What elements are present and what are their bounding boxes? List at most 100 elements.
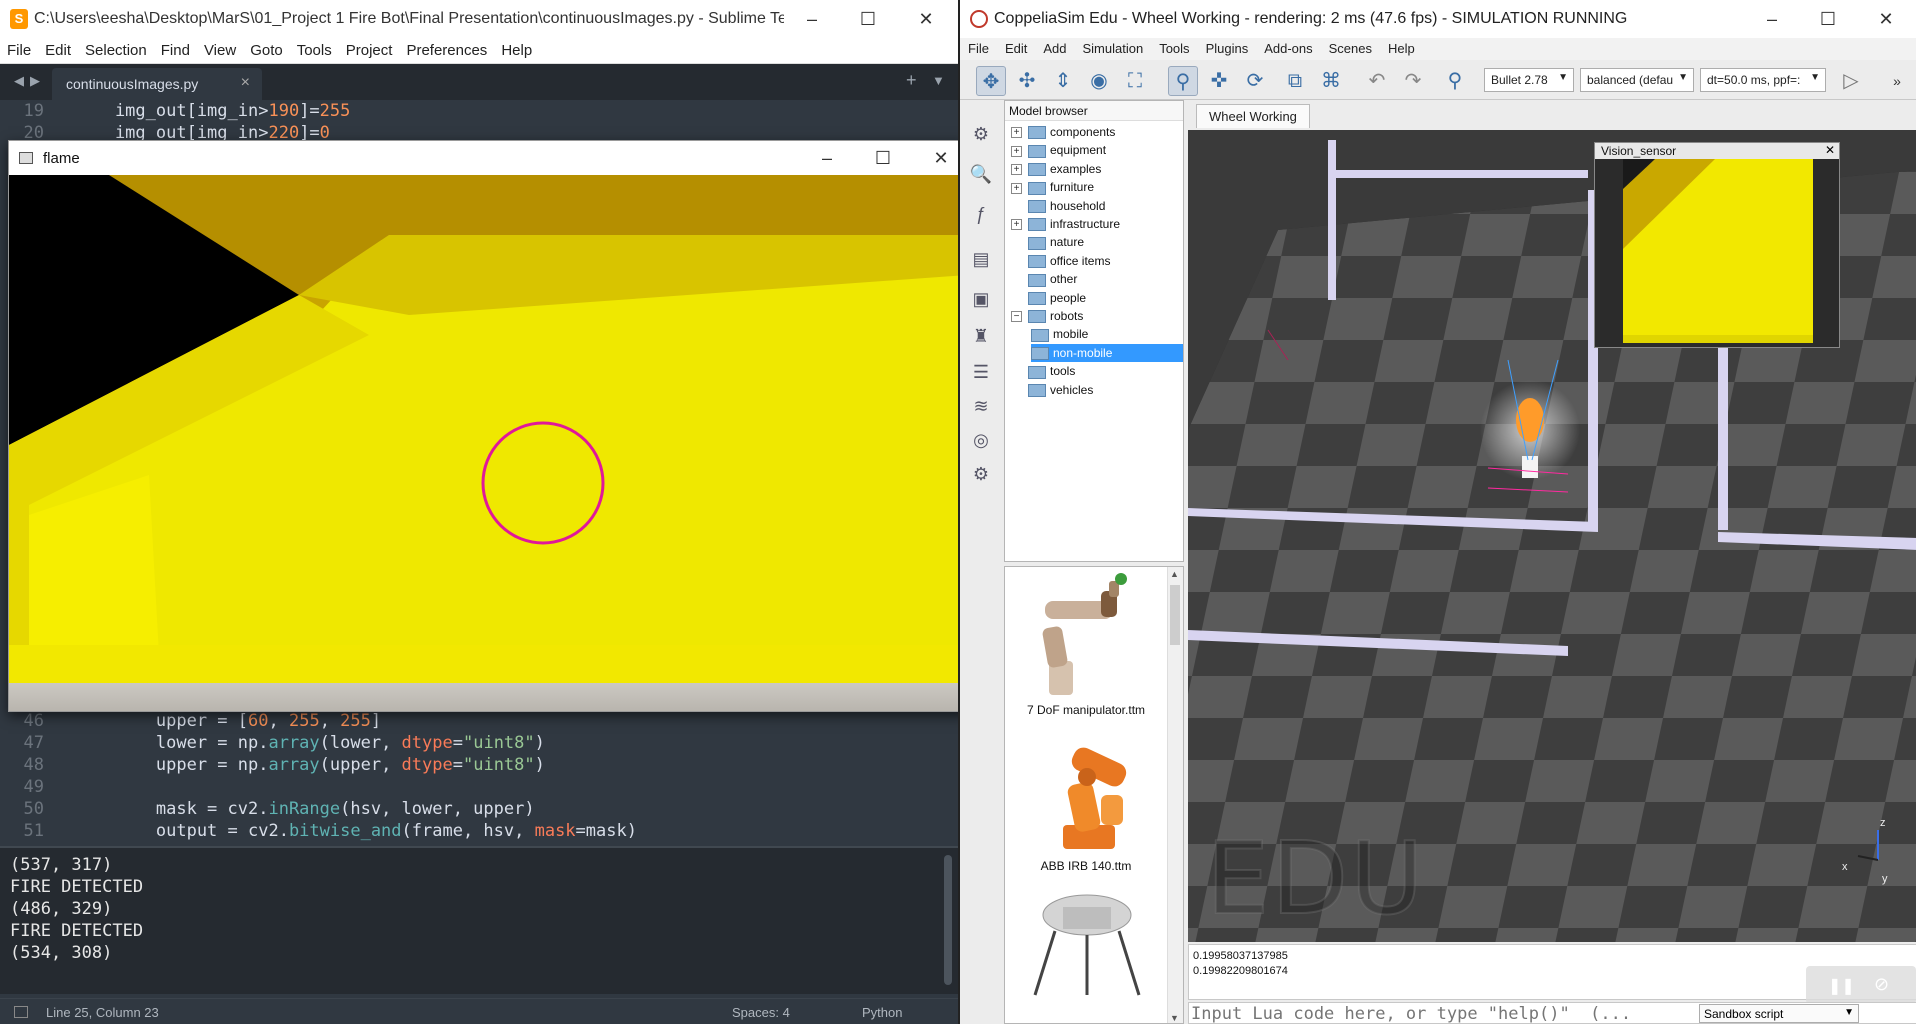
accuracy-select[interactable]: balanced (defau ▼: [1580, 68, 1694, 92]
expand-icon[interactable]: +: [1011, 127, 1022, 139]
search-icon[interactable]: 🔍: [967, 160, 995, 188]
close-icon[interactable]: ✕: [1864, 4, 1908, 34]
maximize-icon[interactable]: ☐: [861, 143, 905, 173]
sublime-title-bar[interactable]: S C:\Users\eesha\Desktop\MarS\01_Project…: [0, 0, 958, 38]
tree-item-robots[interactable]: − robots: [1011, 307, 1183, 325]
menu-plugins[interactable]: Plugins: [1198, 38, 1257, 56]
tree-item-tools[interactable]: tools: [1011, 362, 1183, 380]
tab-back-icon[interactable]: ◀: [14, 73, 24, 89]
menu-find[interactable]: Find: [154, 38, 197, 59]
new-tab-icon[interactable]: +: [906, 70, 917, 91]
close-icon[interactable]: ✕: [1825, 143, 1835, 157]
tree-item-examples[interactable]: + examples: [1011, 160, 1183, 178]
camera-pan-icon[interactable]: ✥: [976, 66, 1006, 96]
object-shift-icon[interactable]: ✜: [1204, 66, 1234, 96]
thumbnails-scrollbar[interactable]: ▲ ▼: [1167, 567, 1183, 1023]
menu-help[interactable]: Help: [1380, 38, 1423, 56]
layers-icon[interactable]: ≋: [967, 392, 995, 420]
menu-help[interactable]: Help: [494, 38, 539, 59]
menu-edit[interactable]: Edit: [38, 38, 78, 59]
settings-icon[interactable]: ⚙: [967, 120, 995, 148]
physics-engine-select[interactable]: Bullet 2.78 ▼: [1484, 68, 1574, 92]
tree-item-furniture[interactable]: + furniture: [1011, 178, 1183, 196]
tree-item-mobile[interactable]: mobile: [1031, 325, 1183, 343]
minimize-icon[interactable]: –: [805, 143, 849, 173]
tree-item-components[interactable]: + components: [1011, 123, 1183, 141]
function-icon[interactable]: ƒ: [967, 200, 995, 228]
close-icon[interactable]: ✕: [904, 4, 948, 34]
maximize-icon[interactable]: ☐: [846, 4, 890, 34]
assembly-icon[interactable]: ⧉: [1280, 66, 1310, 96]
more-icon[interactable]: »: [1882, 66, 1912, 96]
expand-icon[interactable]: +: [1011, 182, 1022, 194]
thumbnail-abb-irb140[interactable]: ABB IRB 140.ttm: [1005, 735, 1167, 873]
syntax-setting[interactable]: Python: [862, 1005, 902, 1020]
menu-simulation[interactable]: Simulation: [1075, 38, 1152, 56]
tree-item-nature[interactable]: nature: [1011, 233, 1183, 251]
scene-viewport[interactable]: x z y EDU Vision_sensor ✕: [1188, 130, 1916, 942]
minimize-icon[interactable]: –: [1750, 4, 1794, 34]
menu-edit[interactable]: Edit: [997, 38, 1035, 56]
model-browser-icon[interactable]: ♜: [967, 322, 995, 350]
minimize-icon[interactable]: –: [790, 4, 834, 34]
thumbnail-delta-robot[interactable]: [1005, 885, 1167, 1008]
thumbnail-7dof[interactable]: 7 DoF manipulator.ttm: [1005, 571, 1167, 717]
flame-title-bar[interactable]: flame – ☐ ✕: [9, 141, 967, 175]
menu-addons[interactable]: Add-ons: [1256, 38, 1320, 56]
dynamics-icon[interactable]: ⚲: [1440, 66, 1470, 96]
vision-sensor-window[interactable]: Vision_sensor ✕: [1594, 142, 1840, 348]
camera-angle-icon[interactable]: ◉: [1084, 66, 1114, 96]
script-mode-select[interactable]: Sandbox script ▼: [1699, 1004, 1859, 1023]
tab-close-icon[interactable]: ×: [241, 74, 250, 92]
menu-file[interactable]: File: [960, 38, 997, 56]
stop-icon[interactable]: ⊘: [1874, 974, 1889, 995]
tree-item-non-mobile[interactable]: non-mobile: [1031, 343, 1183, 362]
object-rotate-icon[interactable]: ⟳: [1240, 66, 1270, 96]
transfer-dna-icon[interactable]: ⌘: [1316, 66, 1346, 96]
scroll-thumb[interactable]: [1170, 585, 1180, 645]
tab-list-icon[interactable]: ▼: [932, 73, 945, 88]
camera-shift-icon[interactable]: ⇕: [1048, 66, 1078, 96]
panel-toggle-icon[interactable]: [14, 1006, 28, 1018]
expand-icon[interactable]: −: [1011, 311, 1022, 323]
expand-icon[interactable]: +: [1011, 145, 1022, 157]
coppelia-title-bar[interactable]: CoppeliaSim Edu - Wheel Working - render…: [960, 0, 1916, 38]
tree-item-other[interactable]: other: [1011, 270, 1183, 288]
menu-tools[interactable]: Tools: [1151, 38, 1197, 56]
code-editor-top[interactable]: 19 img_out[img_in>190]=255 20 img_out[im…: [0, 100, 958, 140]
maximize-icon[interactable]: ☐: [1806, 4, 1850, 34]
scene-hierarchy-icon[interactable]: ☰: [967, 358, 995, 386]
console-scrollbar[interactable]: [944, 855, 952, 985]
menu-goto[interactable]: Goto: [243, 38, 290, 59]
tab-continuousimages[interactable]: continuousImages.py ×: [52, 68, 262, 100]
camera-rotate-icon[interactable]: ✣: [1012, 66, 1042, 96]
scene-tab[interactable]: Wheel Working: [1196, 104, 1310, 128]
indentation-setting[interactable]: Spaces: 4: [732, 1005, 790, 1020]
video-icon[interactable]: ◎: [967, 426, 995, 454]
code-editor-bottom[interactable]: 46 upper = [60, 255, 255] 47 lower = np.…: [0, 710, 958, 842]
menu-project[interactable]: Project: [339, 38, 400, 59]
cube-icon[interactable]: ▣: [967, 285, 995, 313]
menu-selection[interactable]: Selection: [78, 38, 154, 59]
expand-icon[interactable]: +: [1011, 219, 1022, 231]
tree-item-infrastructure[interactable]: + infrastructure: [1011, 215, 1183, 233]
tree-item-vehicles[interactable]: vehicles: [1011, 381, 1183, 399]
close-icon[interactable]: ✕: [919, 143, 963, 173]
timestep-select[interactable]: dt=50.0 ms, ppf=: ▼: [1700, 68, 1826, 92]
tab-forward-icon[interactable]: ▶: [30, 73, 40, 89]
menu-scenes[interactable]: Scenes: [1321, 38, 1380, 56]
build-output-panel[interactable]: (537, 317) FIRE DETECTED (486, 329) FIRE…: [0, 846, 958, 994]
tree-item-equipment[interactable]: + equipment: [1011, 141, 1183, 159]
user-settings-icon[interactable]: ⚙: [967, 460, 995, 488]
scroll-up-icon[interactable]: ▲: [1170, 569, 1179, 579]
fit-to-view-icon[interactable]: ⛶: [1120, 66, 1150, 96]
menu-preferences[interactable]: Preferences: [399, 38, 494, 59]
scroll-down-icon[interactable]: ▼: [1170, 1013, 1179, 1023]
tree-item-household[interactable]: household: [1011, 197, 1183, 215]
menu-add[interactable]: Add: [1035, 38, 1074, 56]
pause-icon[interactable]: ❚❚: [1828, 976, 1855, 996]
menu-tools[interactable]: Tools: [290, 38, 339, 59]
play-icon[interactable]: ▷: [1836, 66, 1866, 96]
page-icon[interactable]: ▤: [967, 245, 995, 273]
redo-icon[interactable]: ↷: [1398, 66, 1428, 96]
